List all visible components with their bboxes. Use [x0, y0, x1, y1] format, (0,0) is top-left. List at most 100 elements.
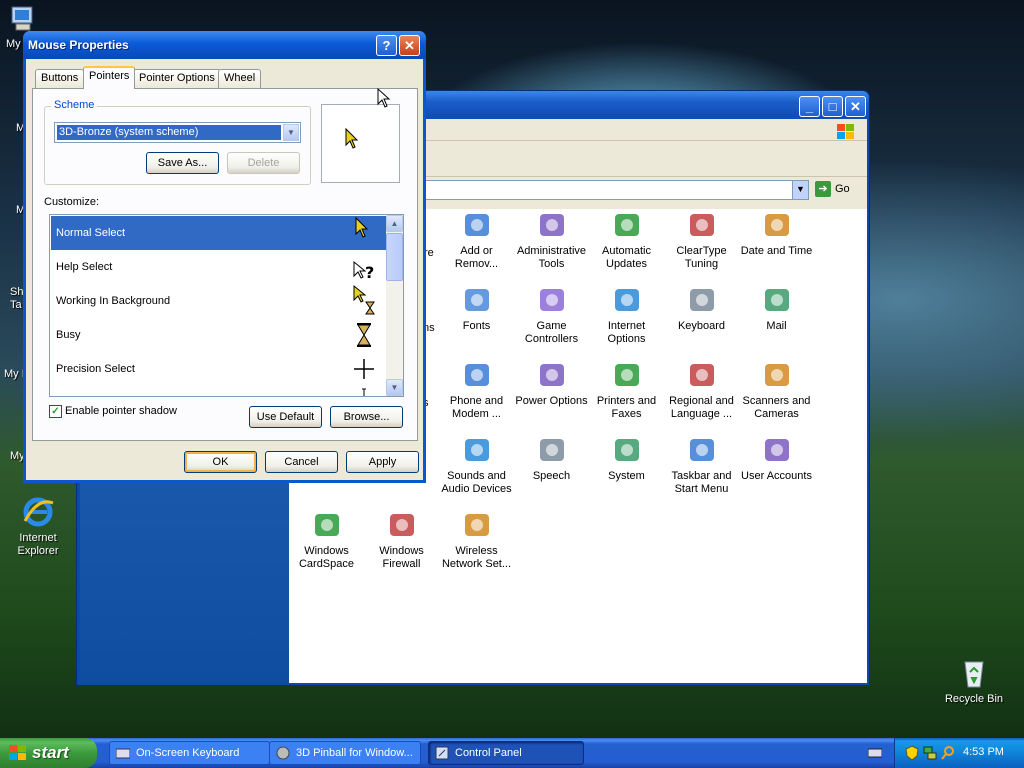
- regional-language-icon: [689, 364, 714, 386]
- fonts-icon: [464, 289, 489, 311]
- task-control-panel[interactable]: Control Panel: [428, 741, 584, 765]
- cp-item-label: Taskbar and Start Menu: [671, 470, 732, 495]
- cp-item-label: Add or Remov...: [454, 245, 499, 270]
- list-item-busy[interactable]: Busy: [51, 318, 386, 352]
- hourglass-icon: [357, 323, 371, 347]
- use-default-button[interactable]: Use Default: [249, 406, 322, 428]
- my-computer-icon: [7, 4, 37, 34]
- desktop-icon-internet-explorer[interactable]: Internet Explorer: [2, 495, 74, 558]
- browse-button[interactable]: Browse...: [330, 406, 403, 428]
- list-item-precision-select[interactable]: Precision Select: [51, 352, 386, 386]
- control-panel-icon: [435, 746, 449, 760]
- cp-item-label: Regional and Language ...: [669, 395, 734, 420]
- sounds-audio-icon: [464, 439, 489, 461]
- cp-item-label: Internet Options: [607, 320, 646, 345]
- network-icon[interactable]: [923, 745, 937, 761]
- pointer-list[interactable]: Normal Select Help Select ? Working In B…: [49, 214, 404, 397]
- cp-item-date-time[interactable]: Date and Time: [739, 209, 814, 258]
- mouse-properties-dialog: Mouse Properties ? ✕ Buttons Pointers Po…: [23, 31, 426, 483]
- close-button[interactable]: ✕: [399, 35, 420, 56]
- cp-item-mail[interactable]: Mail: [739, 284, 814, 333]
- cp-item-user-accounts[interactable]: User Accounts: [739, 434, 814, 483]
- task-3d-pinball[interactable]: 3D Pinball for Window...: [269, 741, 421, 765]
- cp-item-automatic-updates[interactable]: Automatic Updates: [589, 209, 664, 271]
- scroll-up-button[interactable]: ▲: [386, 215, 403, 232]
- cp-item-scanners-cameras[interactable]: Scanners and Cameras: [739, 359, 814, 421]
- tab-pointers[interactable]: Pointers: [83, 66, 136, 89]
- scheme-label: Scheme: [51, 99, 98, 111]
- cp-item-system[interactable]: System: [589, 434, 664, 483]
- tab-pointer-options[interactable]: Pointer Options: [133, 69, 221, 88]
- taskbar: start On-Screen Keyboard 3D Pinball for …: [0, 738, 1024, 768]
- cp-item-fonts[interactable]: Fonts: [439, 284, 514, 333]
- chevron-down-icon[interactable]: ▼: [283, 124, 299, 141]
- minimize-button[interactable]: _: [799, 96, 820, 117]
- keyboard-icon: [116, 748, 130, 759]
- internet-explorer-icon: [21, 495, 55, 529]
- cp-item-keyboard[interactable]: Keyboard: [664, 284, 739, 333]
- scheme-select[interactable]: 3D-Bronze (system scheme) ▼: [54, 122, 301, 143]
- speech-icon: [539, 439, 564, 461]
- close-button[interactable]: ✕: [845, 96, 866, 117]
- cp-item-label: System: [608, 470, 645, 482]
- cp-item-printers-faxes[interactable]: Printers and Faxes: [589, 359, 664, 421]
- scanners-cameras-icon: [764, 364, 789, 386]
- enable-shadow-label: Enable pointer shadow: [65, 405, 177, 417]
- cancel-button[interactable]: Cancel: [265, 451, 338, 473]
- cp-item-label: Windows Firewall: [379, 545, 424, 570]
- address-dropdown-button[interactable]: ▼: [792, 181, 808, 199]
- text-select-cursor-icon: [362, 388, 366, 396]
- cp-item-internet-options[interactable]: Internet Options: [589, 284, 664, 346]
- cp-item-label: Date and Time: [740, 245, 813, 257]
- system-icon: [614, 439, 639, 461]
- tab-wheel[interactable]: Wheel: [218, 69, 262, 88]
- cp-item-label: Phone and Modem ...: [449, 395, 504, 420]
- scheme-groupbox: Scheme 3D-Bronze (system scheme) ▼ Save …: [44, 99, 311, 185]
- list-item-partial: [51, 386, 386, 396]
- cp-item-label: Keyboard: [677, 320, 726, 332]
- cp-item-administrative-tools[interactable]: Administrative Tools: [514, 209, 589, 271]
- cp-item-wireless-network[interactable]: Wireless Network Set...: [439, 509, 514, 571]
- help-button[interactable]: ?: [376, 35, 397, 56]
- cp-item-label: Game Controllers: [524, 320, 579, 345]
- list-item-normal-select[interactable]: Normal Select: [51, 216, 386, 250]
- enable-shadow-checkbox[interactable]: ✓: [49, 405, 62, 418]
- cp-item-sounds-audio[interactable]: Sounds and Audio Devices: [439, 434, 514, 496]
- cp-item-game-controllers[interactable]: Game Controllers: [514, 284, 589, 346]
- go-button[interactable]: ➔ Go: [815, 180, 859, 200]
- date-time-icon: [764, 214, 789, 236]
- cp-item-windows-cardspace[interactable]: Windows CardSpace: [289, 509, 364, 571]
- dialog-titlebar[interactable]: Mouse Properties ? ✕: [23, 31, 426, 59]
- cp-item-taskbar-start-menu[interactable]: Taskbar and Start Menu: [664, 434, 739, 496]
- scroll-thumb[interactable]: [386, 233, 403, 281]
- cp-item-power-options[interactable]: Power Options: [514, 359, 589, 408]
- apply-button[interactable]: Apply: [346, 451, 419, 473]
- cp-item-cleartype-tuning[interactable]: ClearType Tuning: [664, 209, 739, 271]
- maximize-button[interactable]: □: [822, 96, 843, 117]
- security-shield-icon[interactable]: [905, 745, 919, 761]
- desktop-icon-recycle-bin[interactable]: Recycle Bin: [938, 656, 1010, 706]
- help-select-cursor-icon: ?: [353, 260, 374, 282]
- clock: 4:53 PM: [963, 746, 1004, 758]
- cp-item-phone-modem[interactable]: Phone and Modem ...: [439, 359, 514, 421]
- language-bar-icon[interactable]: [868, 747, 882, 759]
- task-on-screen-keyboard[interactable]: On-Screen Keyboard: [109, 741, 270, 765]
- list-item-working-in-background[interactable]: Working In Background: [51, 284, 386, 318]
- tab-buttons[interactable]: Buttons: [35, 69, 85, 88]
- list-item-help-select[interactable]: Help Select ?: [51, 250, 386, 284]
- pointer-list-scrollbar[interactable]: ▲ ▼: [386, 215, 403, 396]
- ok-button[interactable]: OK: [184, 451, 257, 473]
- cp-item-add-remove-programs[interactable]: Add or Remov...: [439, 209, 514, 271]
- scroll-down-button[interactable]: ▼: [386, 379, 403, 396]
- cp-item-label: Mail: [766, 320, 787, 332]
- cp-item-speech[interactable]: Speech: [514, 434, 589, 483]
- save-as-button[interactable]: Save As...: [146, 152, 219, 174]
- cp-item-label: Scanners and Cameras: [742, 395, 811, 420]
- cp-item-regional-language[interactable]: Regional and Language ...: [664, 359, 739, 421]
- internet-explorer-label: Internet Explorer: [17, 532, 59, 557]
- start-button[interactable]: start: [0, 738, 97, 768]
- search-icon[interactable]: [941, 745, 955, 761]
- cp-item-windows-firewall[interactable]: Windows Firewall: [364, 509, 439, 571]
- internet-options-icon: [614, 289, 639, 311]
- cp-item-label: Automatic Updates: [602, 245, 651, 270]
